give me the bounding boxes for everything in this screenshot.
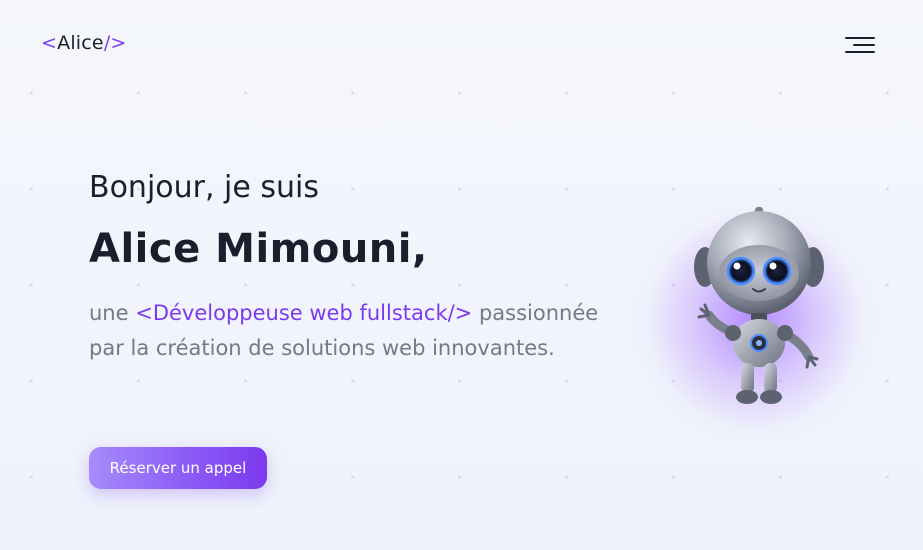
robot-illustration [630,190,880,440]
page: <Alice/> Bonjour, je suis Alice Mimouni,… [0,0,923,550]
robot-icon [694,207,824,404]
logo[interactable]: <Alice/> [41,32,127,54]
logo-open-bracket: < [41,32,58,54]
greeting: Bonjour, je suis [89,170,319,205]
menu-line [853,44,875,46]
book-call-button[interactable]: Réserver un appel [89,447,267,489]
hamburger-menu-icon[interactable] [842,33,878,57]
hero-description: une <Développeuse web fullstack/> passio… [89,296,609,366]
menu-line [845,37,875,39]
logo-close-bracket: /> [103,32,127,54]
description-prefix: une [89,301,129,325]
hero-name: Alice Mimouni, [89,226,428,272]
role-title: <Développeuse web fullstack/> [135,301,473,325]
logo-name: Alice [57,32,104,54]
menu-line [845,51,875,53]
